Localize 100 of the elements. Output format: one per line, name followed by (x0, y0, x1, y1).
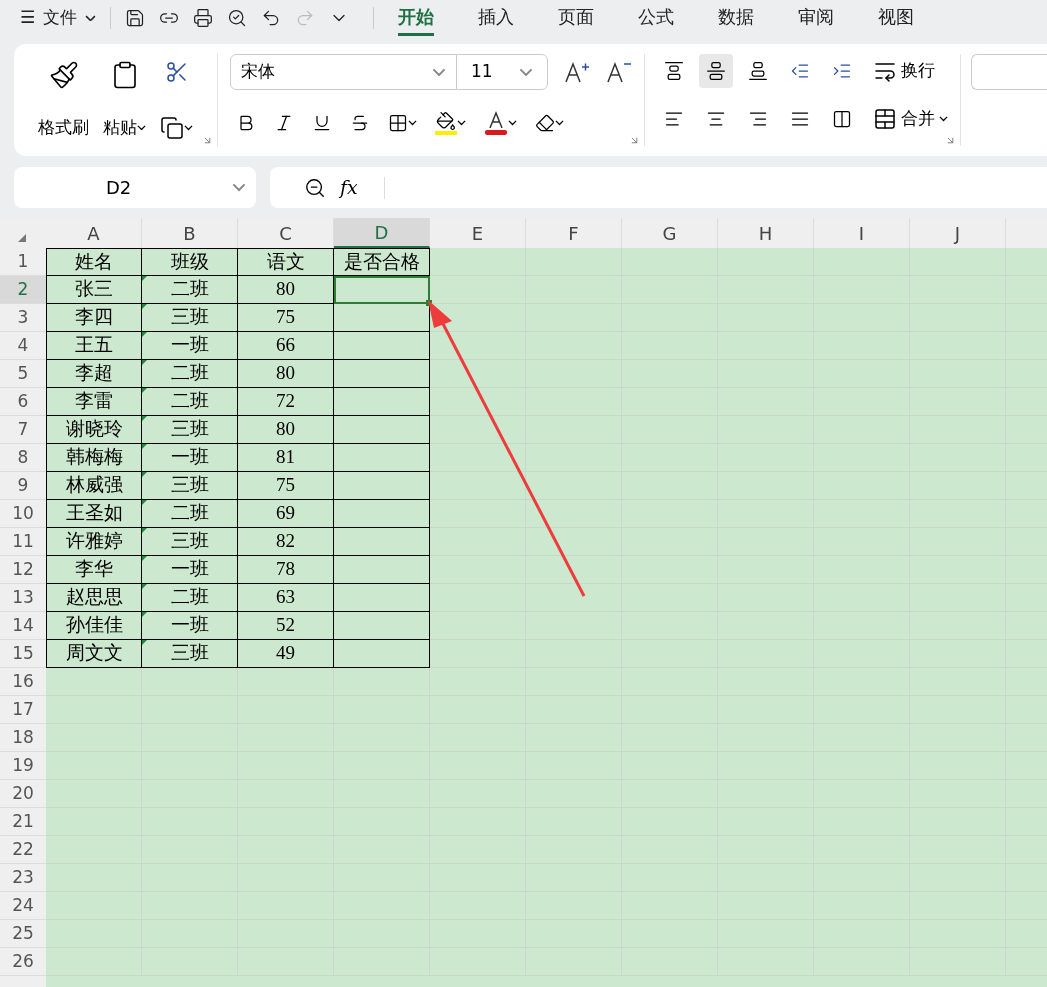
column-header[interactable]: J (910, 218, 1006, 248)
row-header[interactable]: 9 (0, 472, 46, 500)
ribbon-tab[interactable]: 插入 (478, 0, 515, 36)
expand-icon[interactable] (945, 135, 956, 146)
row-header[interactable]: 11 (0, 528, 46, 556)
table-cell: 75 (238, 472, 334, 500)
table-cell: 王圣如 (46, 500, 142, 528)
borders-button[interactable] (388, 113, 417, 133)
save-button[interactable] (125, 8, 146, 28)
column-header[interactable]: G (622, 218, 718, 248)
row-header[interactable]: 10 (0, 500, 46, 528)
column-header[interactable]: H (718, 218, 814, 248)
copy-button[interactable] (160, 116, 193, 140)
table-cell: 韩梅梅 (46, 444, 142, 472)
chevron-down-icon (508, 120, 517, 126)
paste-button[interactable]: 粘贴 (103, 54, 146, 146)
select-all-icon[interactable] (18, 234, 26, 242)
column-header[interactable]: F (526, 218, 622, 248)
table-cell: 孙佳佳 (46, 612, 142, 640)
name-box[interactable]: D2 (14, 167, 256, 208)
strikethrough-icon (350, 113, 370, 133)
row-header[interactable]: 20 (0, 780, 46, 808)
wrap-text-button[interactable]: 换行 (873, 58, 935, 84)
chevron-down-icon (939, 116, 948, 122)
print-preview-button[interactable] (227, 8, 248, 28)
row-header[interactable]: 25 (0, 920, 46, 948)
row-header[interactable]: 16 (0, 668, 46, 696)
table-cell: 75 (238, 304, 334, 332)
file-menu[interactable]: ☰ 文件 (20, 5, 97, 31)
row-header[interactable]: 6 (0, 388, 46, 416)
column-header[interactable]: B (142, 218, 238, 248)
row-header[interactable]: 24 (0, 892, 46, 920)
table-cell: 78 (238, 556, 334, 584)
row-header[interactable]: 4 (0, 332, 46, 360)
scissors-icon (164, 60, 189, 84)
table-cell: 49 (238, 640, 334, 668)
ribbon-tab[interactable]: 开始 (398, 0, 435, 36)
expand-icon[interactable] (202, 135, 213, 146)
expand-icon[interactable] (629, 135, 640, 146)
column-header[interactable]: I (814, 218, 910, 248)
font-color-button[interactable] (484, 110, 517, 136)
column-header[interactable]: E (430, 218, 526, 248)
zoom-icon[interactable] (304, 176, 326, 199)
row-header[interactable]: 3 (0, 304, 46, 332)
row-header[interactable]: 17 (0, 696, 46, 724)
table-cell: 一班 (142, 444, 238, 472)
grid-icon (388, 113, 408, 133)
row-header[interactable]: 15 (0, 640, 46, 668)
row-header[interactable]: 8 (0, 444, 46, 472)
table-cell: 二班 (142, 276, 238, 304)
align-middle-button[interactable] (699, 54, 733, 88)
table-cell: 张三 (46, 276, 142, 304)
ribbon-tab[interactable]: 页面 (558, 0, 595, 36)
row-header[interactable]: 22 (0, 836, 46, 864)
row-header[interactable]: 23 (0, 864, 46, 892)
row-header[interactable]: 7 (0, 416, 46, 444)
table-cell: 三班 (142, 528, 238, 556)
header-cell: 姓名 (46, 248, 142, 276)
grow-font-button[interactable] (564, 60, 590, 84)
table-cell: 82 (238, 528, 334, 556)
row-header[interactable]: 12 (0, 556, 46, 584)
row-header[interactable]: 21 (0, 808, 46, 836)
row-header[interactable]: 14 (0, 612, 46, 640)
row-header[interactable]: 19 (0, 752, 46, 780)
row-header[interactable]: 1 (0, 248, 46, 276)
font-name-dropdown[interactable]: 宋体 (231, 55, 457, 89)
clear-button[interactable] (535, 113, 564, 133)
merge-button[interactable]: 合并 (873, 106, 948, 132)
shrink-font-button[interactable] (606, 60, 632, 84)
active-cell[interactable] (334, 276, 430, 304)
format-painter-button[interactable]: 格式刷 (38, 54, 89, 146)
fill-color-button[interactable] (435, 111, 466, 135)
paint-bucket-icon (436, 111, 456, 131)
ribbon-tab[interactable]: 数据 (718, 0, 755, 36)
column-header[interactable]: A (46, 218, 142, 248)
table-cell: 66 (238, 332, 334, 360)
font-shrink-icon (606, 60, 632, 84)
table-cell: 一班 (142, 332, 238, 360)
row-header[interactable]: 26 (0, 948, 46, 976)
ribbon-tab[interactable]: 视图 (878, 0, 915, 36)
font-size-dropdown[interactable]: 11 (457, 55, 547, 89)
function-label[interactable]: fx (340, 173, 370, 202)
row-header[interactable]: 13 (0, 584, 46, 612)
ribbon-tab[interactable]: 审阅 (798, 0, 835, 36)
print-button[interactable] (193, 8, 214, 28)
eraser-icon (535, 113, 555, 133)
table-cell: 80 (238, 416, 334, 444)
row-header[interactable]: 2 (0, 276, 46, 304)
table-cell: 52 (238, 612, 334, 640)
ribbon-tab[interactable]: 公式 (638, 0, 675, 36)
table-cell: 一班 (142, 612, 238, 640)
align-top-icon (664, 61, 684, 81)
table-cell: 72 (238, 388, 334, 416)
strikethrough-button[interactable] (350, 113, 370, 133)
row-header[interactable]: 18 (0, 724, 46, 752)
column-header[interactable]: D (334, 218, 430, 248)
underline-button[interactable] (312, 113, 332, 133)
font-color-icon (484, 110, 508, 136)
table-cell: 周文文 (46, 640, 142, 668)
row-header[interactable]: 5 (0, 360, 46, 388)
